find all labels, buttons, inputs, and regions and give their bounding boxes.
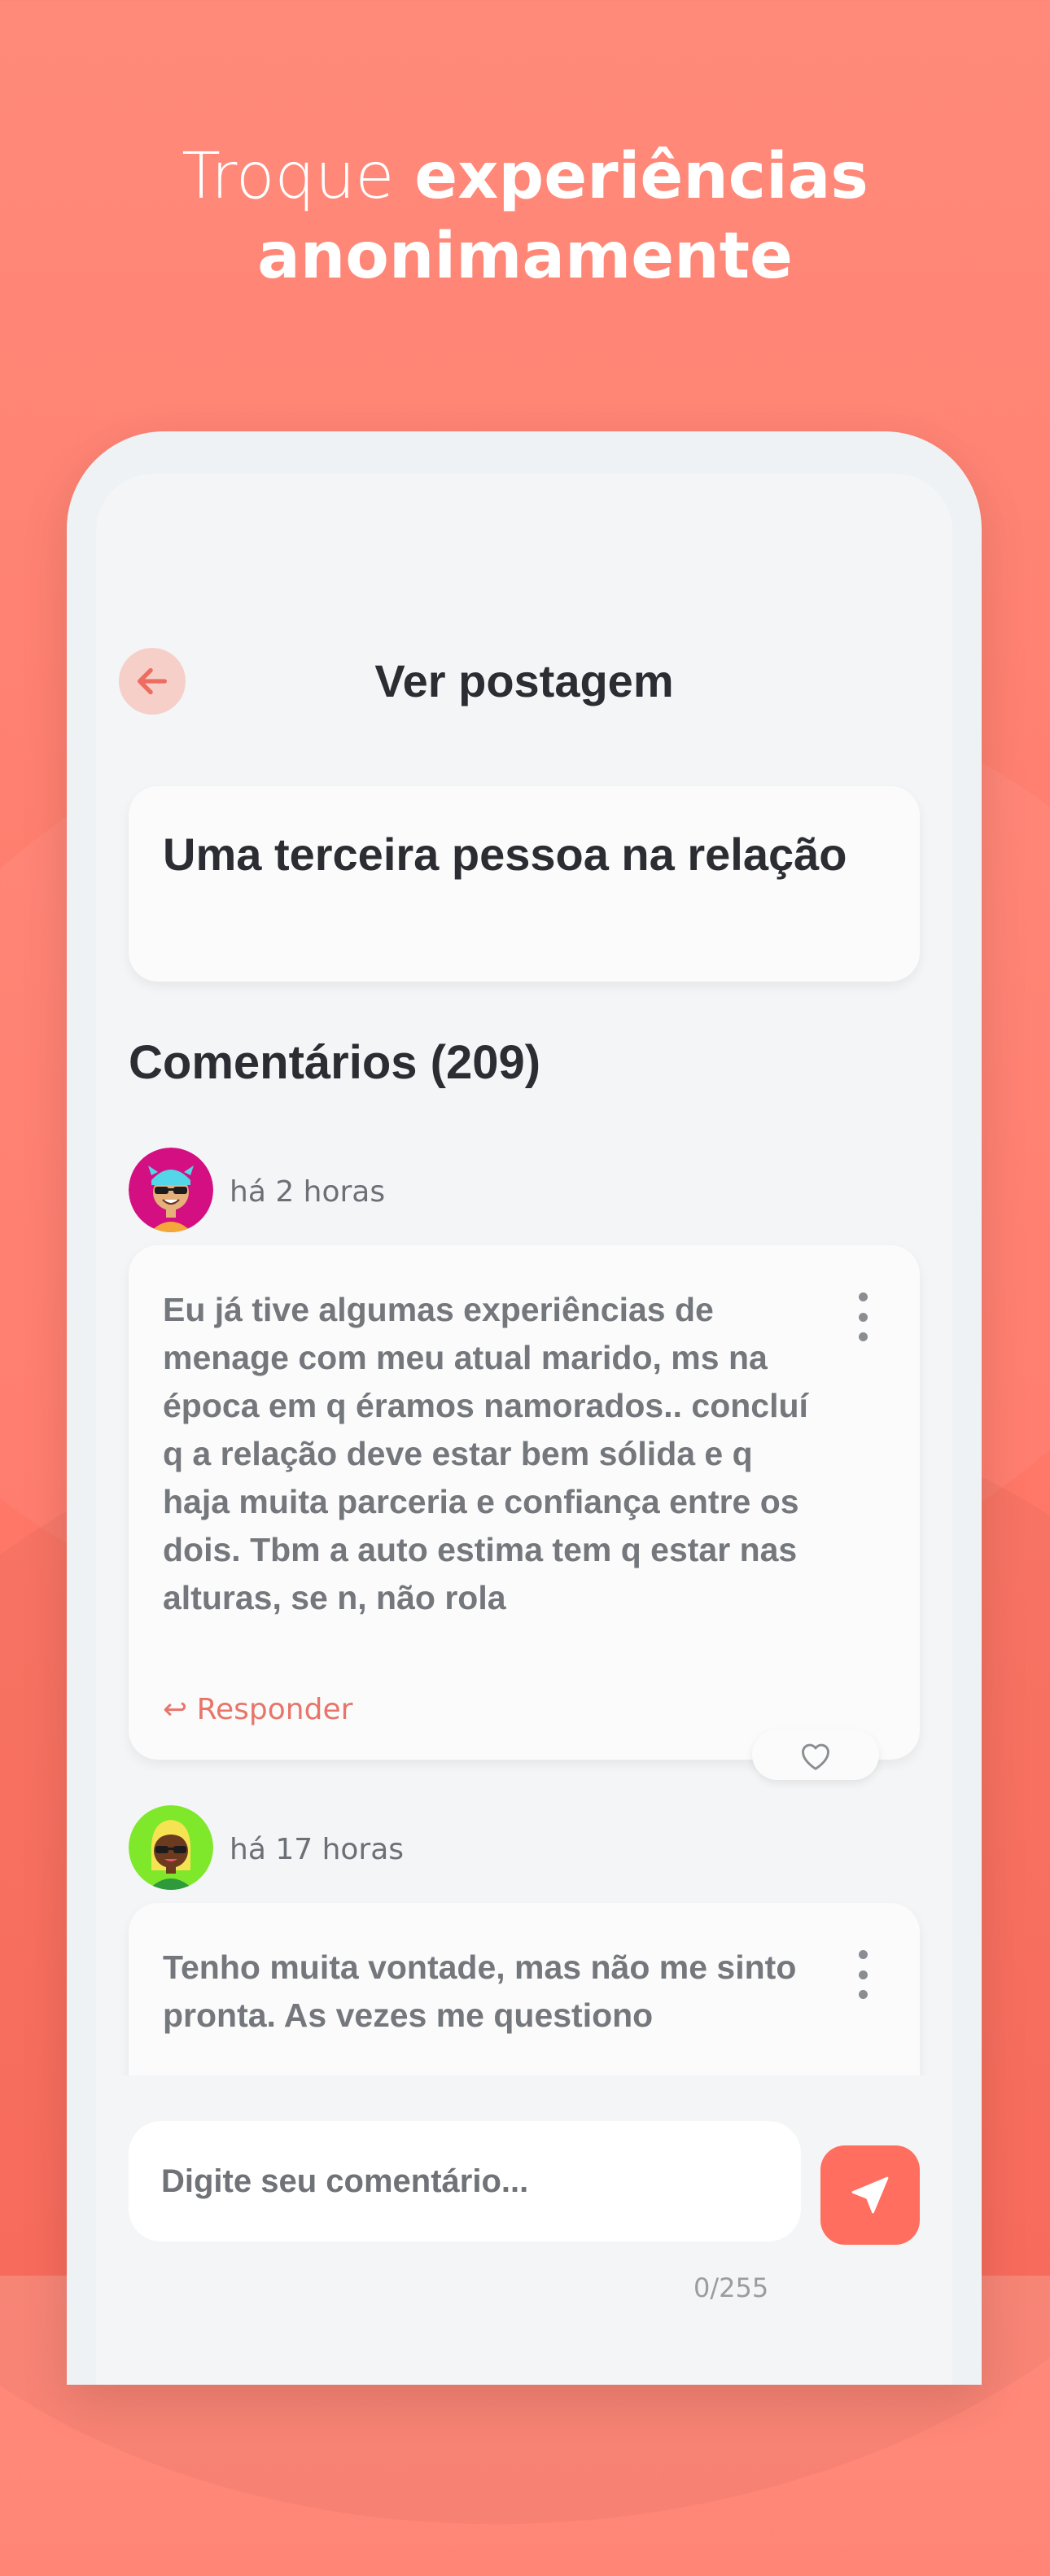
dot-icon — [858, 1292, 868, 1301]
dot-icon — [858, 1312, 868, 1322]
comment-header: há 17 horas — [129, 1805, 920, 1890]
dot-icon — [858, 1990, 868, 1999]
post-card: Uma terceira pessoa na relação — [129, 786, 920, 982]
comment-header: há 2 horas — [129, 1148, 920, 1232]
more-options-button[interactable] — [853, 1292, 873, 1341]
page-title: Ver postagem — [374, 655, 674, 706]
avatar[interactable] — [129, 1148, 213, 1232]
dot-icon — [858, 1950, 868, 1959]
send-icon — [851, 2176, 889, 2214]
comment-text: Tenho muita vontade, mas não me sinto pr… — [163, 1948, 797, 2034]
dot-icon — [858, 1970, 868, 1979]
like-button[interactable] — [752, 1730, 879, 1780]
comment-timestamp: há 2 horas — [230, 1175, 386, 1209]
comments-heading: Comentários (209) — [129, 1036, 541, 1089]
headline-light: Troque — [182, 140, 415, 213]
comment-text: Eu já tive algumas experiências de menag… — [163, 1291, 808, 1616]
avatar[interactable] — [129, 1805, 213, 1890]
avatar-illustration — [129, 1805, 213, 1890]
post-title: Uma terceira pessoa na relação — [163, 829, 847, 880]
character-counter: 0/255 — [693, 2272, 769, 2303]
reply-button[interactable]: ↩ Responder — [163, 1693, 352, 1726]
heart-icon — [802, 1743, 829, 1770]
phone-frame: Ver postagem Uma terceira pessoa na rela… — [67, 431, 982, 2385]
comment-composer: 0/255 — [96, 2075, 952, 2385]
more-options-button[interactable] — [853, 1950, 873, 1999]
app-screen: Ver postagem Uma terceira pessoa na rela… — [96, 474, 952, 2385]
headline-bold: experiências — [414, 140, 868, 213]
avatar-illustration — [129, 1148, 213, 1232]
dot-icon — [858, 1332, 868, 1341]
promo-headline: Troque experiências anonimamente — [0, 137, 1050, 296]
headline-line2: anonimamente — [257, 220, 793, 293]
comment-input[interactable] — [129, 2121, 801, 2241]
top-bar: Ver postagem — [96, 645, 952, 718]
comment-card: Eu já tive algumas experiências de menag… — [129, 1245, 920, 1780]
comment-timestamp: há 17 horas — [230, 1833, 405, 1866]
send-button[interactable] — [820, 2145, 920, 2245]
